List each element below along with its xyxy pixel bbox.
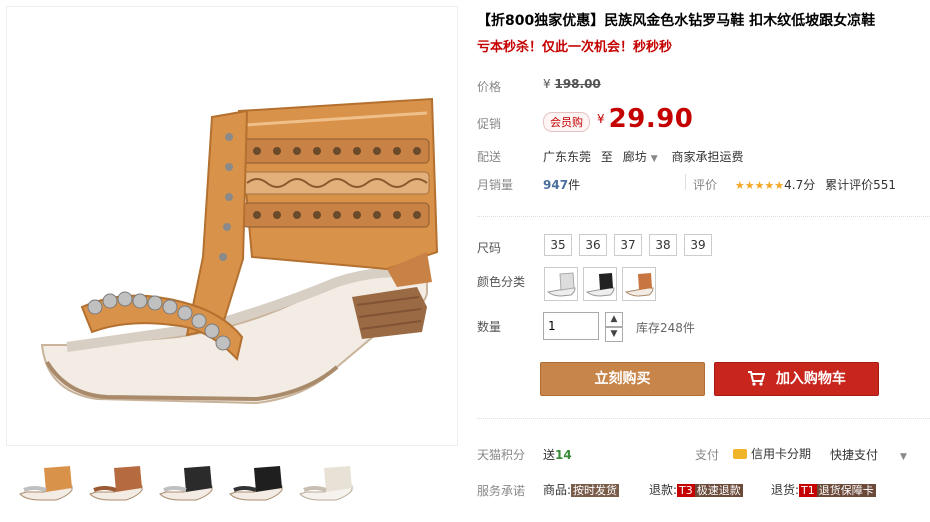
thumbnail-5[interactable] (296, 458, 356, 504)
promo-price: ¥29.90 (597, 104, 693, 134)
buy-now-button[interactable]: 立刻购买 (540, 362, 705, 396)
cumulative-reviews-link[interactable]: 累计评价551 (825, 178, 896, 192)
refund-code-badge: T3 (677, 484, 695, 497)
divider (477, 418, 930, 419)
chevron-down-icon: ▼ (650, 154, 658, 164)
divider (477, 216, 930, 217)
quantity-input[interactable] (543, 312, 599, 340)
ship-to-word: 至 (600, 150, 613, 164)
thumbnail-3[interactable] (156, 458, 216, 504)
size-option-36[interactable]: 36 (579, 234, 607, 256)
payment-label: 支付 (695, 448, 720, 462)
quantity-decrease-button[interactable]: ▼ (605, 327, 623, 342)
member-badge: 会员购 (543, 112, 590, 132)
quantity-increase-button[interactable]: ▲ (605, 312, 623, 327)
service-refund-prefix: 退款: (649, 483, 678, 497)
size-label: 尺码 (477, 241, 502, 255)
thumbnail-4[interactable] (226, 458, 286, 504)
shipping-fee-note: 商家承担运费 (671, 150, 744, 164)
color-label: 颜色分类 (477, 275, 526, 289)
cart-icon (747, 371, 776, 387)
size-option-37[interactable]: 37 (614, 234, 642, 256)
monthly-sales: 947件 (543, 176, 580, 193)
thumbnail-strip (6, 450, 458, 516)
size-option-35[interactable]: 35 (544, 234, 572, 256)
thumbnail-2[interactable] (86, 458, 146, 504)
rating-score: 4.7分 (784, 178, 816, 192)
size-option-39[interactable]: 39 (684, 234, 712, 256)
thumbnail-1[interactable] (16, 458, 76, 504)
sandal-illustration (40, 97, 439, 405)
star-rating-icon: ★★★★★ (734, 179, 785, 192)
currency-symbol: ¥ (543, 77, 551, 91)
service-label: 服务承诺 (477, 484, 526, 498)
rating-label: 评价 (693, 178, 718, 192)
ship-from: 广东东莞 (543, 150, 592, 164)
service-return-prefix: 退货: (771, 483, 800, 497)
add-to-cart-label: 加入购物车 (775, 371, 846, 387)
size-option-38[interactable]: 38 (649, 234, 677, 256)
shipping-label: 配送 (477, 150, 502, 164)
chevron-down-icon: ▼ (900, 452, 907, 462)
monthly-sales-unit: 件 (568, 178, 581, 192)
quantity-label: 数量 (477, 320, 502, 334)
return-guarantee-badge: 退货保障卡 (816, 484, 876, 497)
fast-refund-badge: 极速退款 (694, 484, 743, 497)
product-info-panel: 【折800独家优惠】民族风金色水钻罗马鞋 扣木纹低坡跟女凉鞋 亏本秒杀！仅此一次… (477, 0, 930, 522)
points-value: 14 (555, 448, 572, 462)
points-prefix: 送 (543, 448, 556, 462)
ship-destination: 廊坊 (622, 150, 647, 164)
credit-card-icon (733, 449, 747, 459)
product-subtitle: 亏本秒杀！仅此一次机会！秒秒秒 (477, 40, 673, 55)
divider (685, 174, 686, 190)
original-price-value: 198.00 (554, 77, 601, 91)
price-label: 价格 (477, 80, 502, 94)
chevron-down-icon: ▼ (610, 329, 618, 339)
main-product-image (6, 6, 458, 446)
return-code-badge: T1 (799, 484, 817, 497)
monthly-sales-label: 月销量 (477, 178, 514, 192)
color-option-white[interactable] (544, 267, 578, 301)
service-refund: 退款: T3 极速退款 (649, 481, 743, 498)
quick-pay-label: 快捷支付 (830, 448, 879, 462)
chevron-up-icon: ▲ (610, 314, 618, 324)
service-return: 退货: T1 退货保障卡 (771, 481, 876, 498)
promo-currency-symbol: ¥ (597, 112, 605, 126)
add-to-cart-button[interactable]: 加入购物车 (714, 362, 879, 396)
color-option-brown[interactable] (622, 267, 656, 301)
quick-pay[interactable]: 快捷支付 ▼ (830, 446, 907, 463)
service-goods: 商品: 按时发货 (543, 481, 620, 498)
credit-installment[interactable]: 信用卡分期 (733, 445, 811, 462)
monthly-sales-count: 947 (543, 178, 569, 192)
stock-count: 库存248件 (636, 321, 695, 335)
on-time-delivery-badge: 按时发货 (571, 484, 620, 497)
points-label: 天猫积分 (477, 448, 526, 462)
promo-price-value: 29.90 (608, 104, 694, 134)
promo-label: 促销 (477, 117, 502, 131)
credit-installment-label: 信用卡分期 (751, 447, 812, 461)
rating-area: 评价 ★★★★★4.7分 累计评价551 (693, 176, 896, 193)
service-goods-prefix: 商品: (543, 483, 572, 497)
color-option-black[interactable] (583, 267, 617, 301)
product-title: 【折800独家优惠】民族风金色水钻罗马鞋 扣木纹低坡跟女凉鞋 (477, 13, 876, 29)
ship-destination-dropdown[interactable]: 廊坊 ▼ (623, 150, 658, 164)
original-price: ¥ 198.00 (543, 77, 601, 91)
shipping-info: 广东东莞 至 廊坊 ▼ 商家承担运费 (543, 148, 743, 165)
points-info: 送14 (543, 446, 572, 463)
